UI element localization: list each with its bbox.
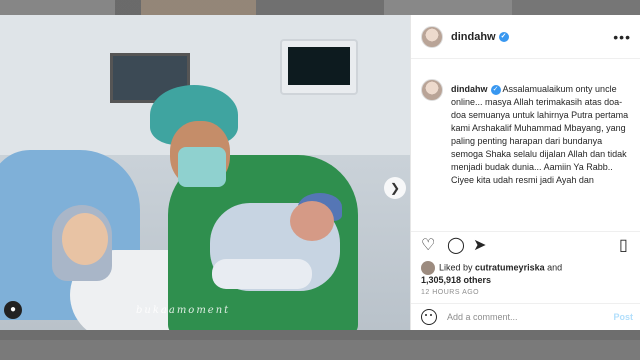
post-comment-button[interactable]: Post (613, 312, 633, 322)
post-timestamp[interactable]: 12 HOURS AGO (421, 289, 479, 296)
comment-bar: Post (411, 303, 640, 330)
photo-watermark: bukaamoment (136, 305, 231, 316)
post-side-panel: dindahw ✓ ••• dindahw ✓ Assalamualaikum on… (410, 15, 640, 330)
user-tag-icon[interactable]: ● (4, 301, 22, 319)
chevron-right-icon[interactable]: ❯ (384, 177, 406, 199)
more-options-icon[interactable]: ••• (613, 29, 631, 45)
photo-mother (62, 213, 108, 265)
liked-by-user[interactable]: cutratumeyriska (475, 262, 545, 272)
photo-mask (178, 147, 226, 187)
caption-verified-badge-icon: ✓ (490, 84, 501, 95)
background-feed-bottom (0, 340, 640, 360)
post-actions: ♡ ◯ ➤ ▯ (411, 231, 640, 259)
header-username-text[interactable]: dindahw (451, 31, 496, 43)
photo-baby-face (290, 201, 334, 241)
liked-by-prefix: Liked by (439, 262, 473, 273)
share-icon[interactable]: ➤ (473, 238, 486, 254)
post-photo: bukaamoment ❯ ● (0, 15, 410, 330)
avatar[interactable] (421, 26, 443, 48)
header-username[interactable]: dindahw ✓ (451, 31, 509, 43)
liker-avatar[interactable] (421, 261, 435, 275)
caption-body: dindahw ✓ Assalamualaikum onty uncle onli… (451, 83, 633, 187)
bookmark-icon[interactable]: ▯ (619, 238, 628, 254)
background-feed-strip (0, 0, 640, 16)
comment-icon[interactable]: ◯ (447, 238, 465, 254)
likes-others-row: 1,305,918 others (421, 275, 491, 285)
caption-avatar[interactable] (421, 79, 443, 101)
likes-others-count[interactable]: 1,305,918 others (421, 275, 491, 285)
post-caption: dindahw ✓ Assalamualaikum onty uncle onli… (421, 79, 633, 221)
photo-monitor-screen (288, 47, 350, 85)
caption-text: Assalamualaikum onty uncle online... mas… (451, 84, 629, 185)
caption-username[interactable]: dindahw (451, 84, 488, 94)
comment-input[interactable] (447, 310, 597, 324)
photo-gloves (212, 259, 312, 289)
emoji-icon[interactable] (421, 309, 437, 325)
photo-monitor (280, 39, 358, 95)
verified-badge-icon: ✓ (498, 32, 509, 43)
post-header: dindahw ✓ ••• (411, 15, 640, 59)
liked-by-and: and (547, 262, 563, 273)
heart-icon[interactable]: ♡ (421, 238, 435, 254)
likes-summary: Liked by cutratumeyriska and (421, 261, 562, 275)
